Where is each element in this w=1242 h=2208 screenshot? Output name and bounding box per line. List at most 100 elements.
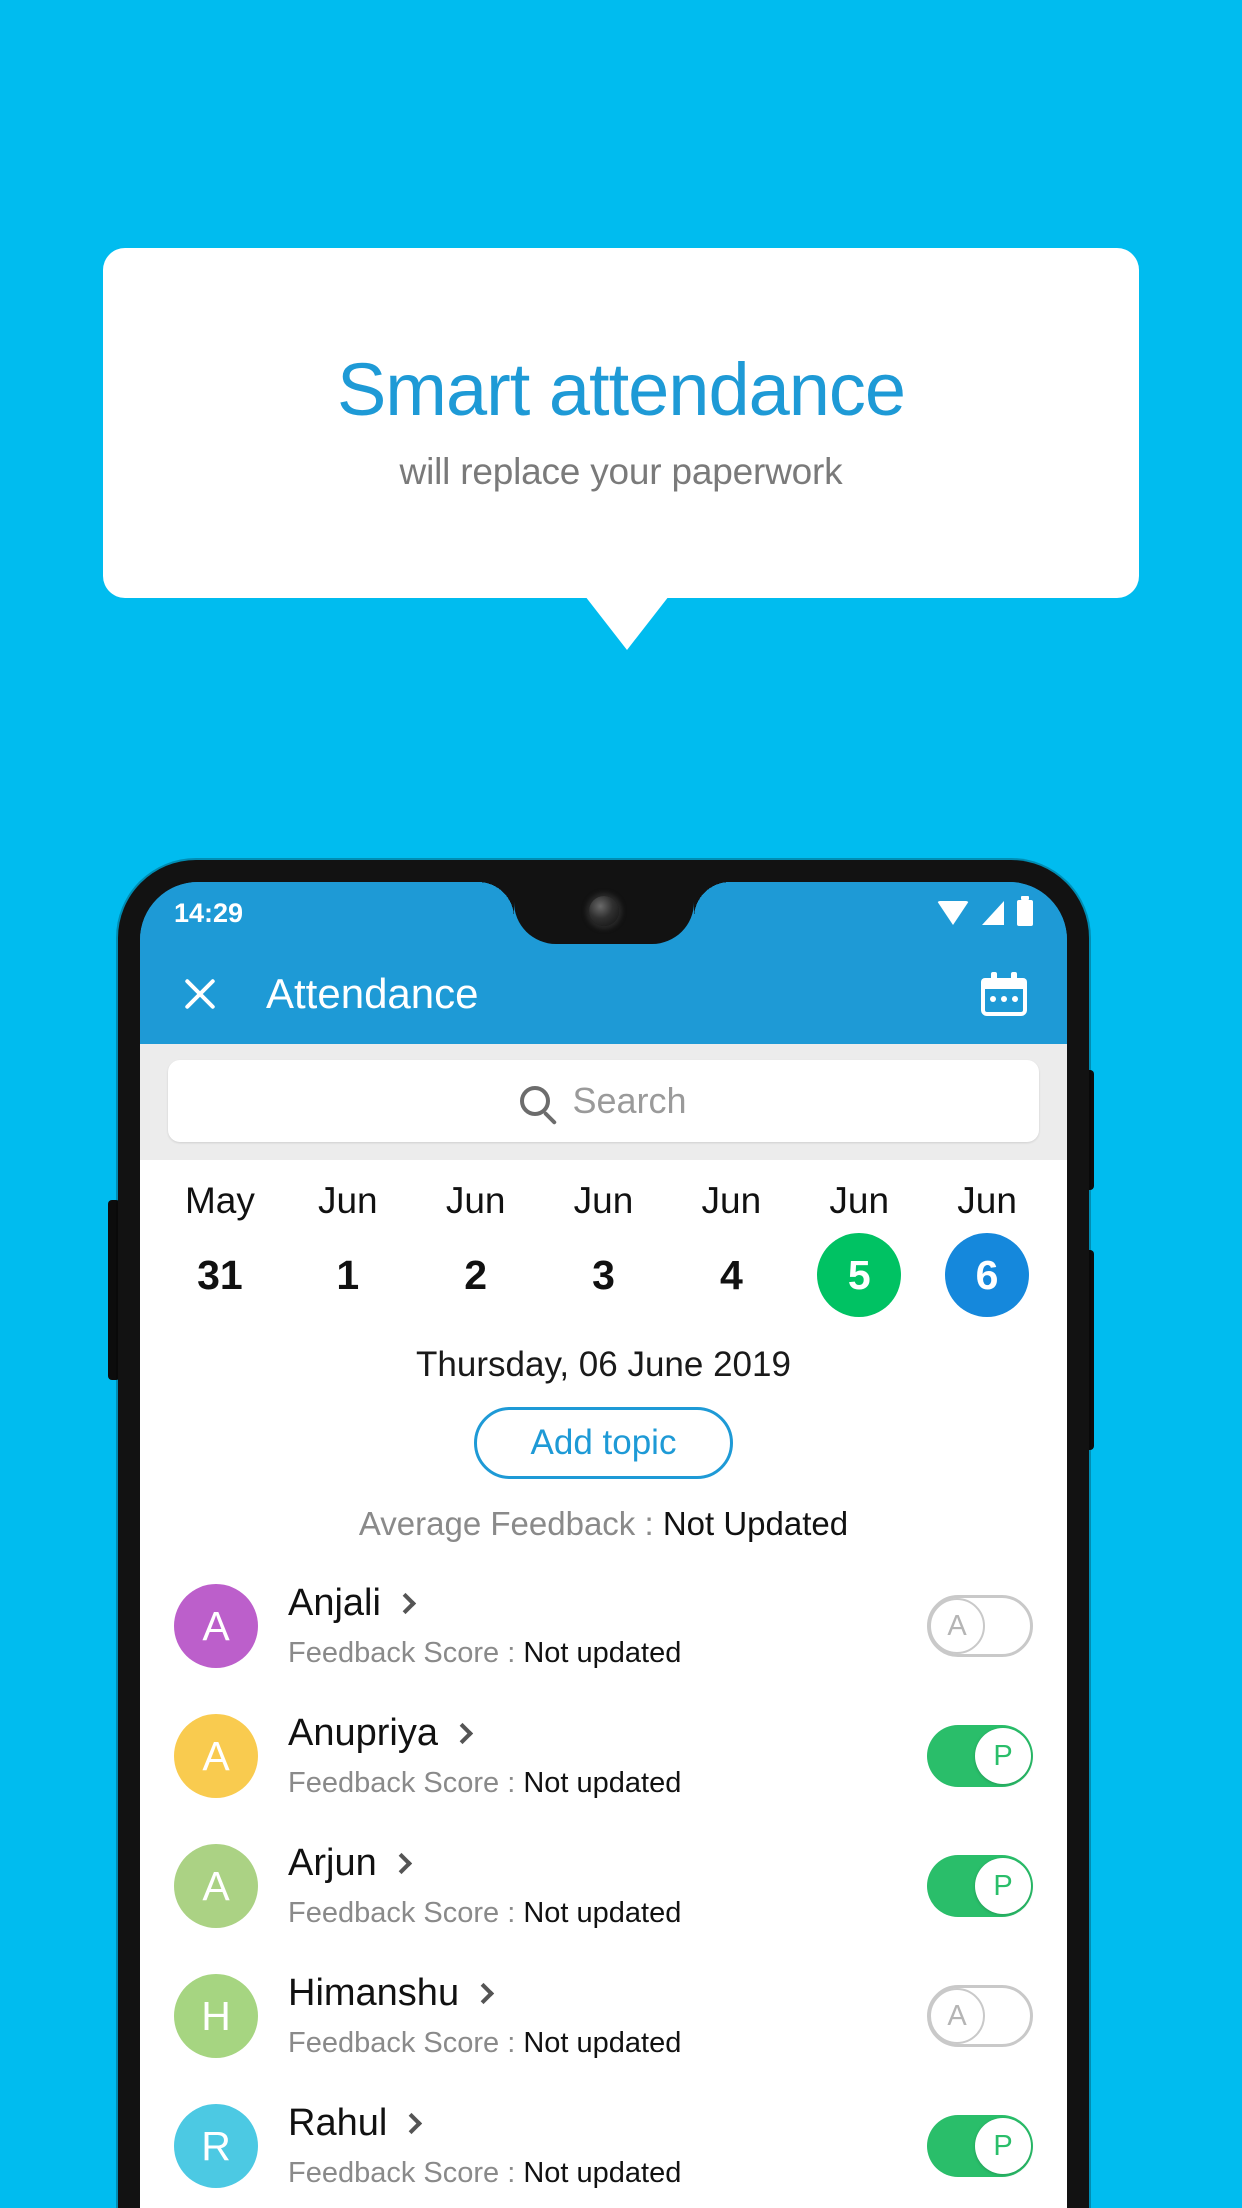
student-name: Anupriya — [288, 1712, 438, 1754]
chevron-right-icon[interactable] — [451, 1722, 474, 1745]
promo-bubble-tail — [585, 596, 669, 650]
attendance-toggle[interactable]: A — [927, 1985, 1033, 2047]
feedback-score-label: Feedback Score : — [288, 1637, 524, 1669]
student-info: Anupriya Feedback Score : Not updated — [288, 1712, 927, 1800]
avatar: H — [174, 1974, 258, 2058]
app-bar: Attendance — [140, 944, 1067, 1044]
calendar-header — [981, 978, 1027, 989]
feedback-score: Feedback Score : Not updated — [288, 2027, 927, 2060]
date-cell[interactable]: May 31 — [156, 1182, 284, 1317]
battery-icon — [1017, 896, 1033, 926]
add-topic-container: Add topic — [140, 1407, 1067, 1479]
student-info: Rahul Feedback Score : Not updated — [288, 2102, 927, 2190]
signal-icon — [982, 901, 1004, 925]
attendance-toggle-knob: P — [975, 1728, 1031, 1784]
student-name-row[interactable]: Anjali — [288, 1582, 927, 1625]
date-cell-day: 4 — [719, 1251, 743, 1298]
search-icon — [520, 1086, 551, 1116]
date-strip[interactable]: May 31 Jun 1 Jun 2 Jun 3 Jun 4 Jun 5 Jun 6 — [140, 1160, 1067, 1327]
attendance-toggle[interactable]: P — [927, 1725, 1033, 1787]
date-cell[interactable]: Jun 2 — [412, 1182, 540, 1317]
feedback-score-value: Not updated — [523, 1897, 682, 1929]
date-cell-month: May — [184, 1180, 255, 1221]
page-title: Attendance — [266, 970, 479, 1017]
promo-title: Smart attendance — [336, 348, 906, 431]
feedback-score-label: Feedback Score : — [288, 2027, 524, 2059]
student-name: Arjun — [288, 1842, 377, 1884]
chevron-right-icon[interactable] — [401, 2112, 423, 2135]
phone-frame: 14:29 Attendance Search May 31 Jun 1 Jun… — [118, 860, 1089, 2208]
student-name-row[interactable]: Arjun — [288, 1842, 927, 1885]
notch-right-fill — [693, 882, 730, 918]
promo-banner: Smart attendance will replace your paper… — [103, 248, 1139, 598]
student-row[interactable]: R Rahul Feedback Score : Not updated P — [140, 2081, 1067, 2208]
date-cell-month: Jun — [573, 1180, 634, 1221]
date-cell-month: Jun — [829, 1180, 890, 1221]
feedback-score-label: Feedback Score : — [288, 1897, 524, 1929]
avatar: A — [174, 1844, 258, 1928]
avatar: A — [174, 1714, 258, 1798]
calendar-dots — [981, 996, 1027, 1002]
attendance-toggle[interactable]: A — [927, 1595, 1033, 1657]
student-row[interactable]: H Himanshu Feedback Score : Not updated A — [140, 1951, 1067, 2081]
search-input[interactable]: Search — [168, 1060, 1039, 1142]
date-cell-day: 3 — [592, 1251, 615, 1298]
date-cell[interactable]: Jun 6 — [923, 1182, 1051, 1317]
student-name: Rahul — [288, 2102, 388, 2144]
front-camera — [588, 896, 619, 926]
phone-notch — [477, 882, 730, 944]
add-topic-button[interactable]: Add topic — [473, 1407, 734, 1479]
feedback-score-value: Not updated — [523, 1637, 682, 1669]
date-cell-month: Jun — [701, 1180, 762, 1221]
phone-screen: 14:29 Attendance Search May 31 Jun 1 Jun… — [140, 882, 1067, 2208]
attendance-toggle-knob: A — [929, 1598, 985, 1654]
feedback-score-label: Feedback Score : — [288, 1767, 524, 1799]
student-info: Anjali Feedback Score : Not updated — [288, 1582, 927, 1670]
feedback-score: Feedback Score : Not updated — [288, 1767, 927, 1800]
date-cell[interactable]: Jun 5 — [795, 1182, 923, 1317]
feedback-score-value: Not updated — [523, 1767, 682, 1799]
date-cell-month: Jun — [445, 1180, 506, 1221]
screen-content: May 31 Jun 1 Jun 2 Jun 3 Jun 4 Jun 5 Jun 6 Thursday, … — [140, 1160, 1067, 2208]
avatar: A — [174, 1584, 258, 1668]
date-cell-day: 6 — [945, 1233, 1030, 1317]
date-cell-day: 31 — [197, 1251, 243, 1298]
attendance-toggle[interactable]: P — [927, 2115, 1033, 2177]
calendar-icon[interactable] — [981, 972, 1027, 1016]
feedback-score: Feedback Score : Not updated — [288, 2157, 927, 2190]
student-name-row[interactable]: Anupriya — [288, 1712, 927, 1755]
wifi-icon — [937, 901, 969, 925]
date-cell[interactable]: Jun 1 — [284, 1182, 412, 1317]
date-cell-month: Jun — [317, 1180, 378, 1221]
student-name: Anjali — [288, 1582, 381, 1624]
date-cell-day: 2 — [464, 1251, 488, 1298]
date-cell-day: 1 — [336, 1251, 360, 1298]
attendance-toggle-knob: P — [975, 1858, 1031, 1914]
status-bar-time: 14:29 — [174, 897, 244, 928]
promo-subtitle: will replace your paperwork — [399, 451, 843, 492]
avatar: R — [174, 2104, 258, 2188]
attendance-toggle[interactable]: P — [927, 1855, 1033, 1917]
chevron-right-icon[interactable] — [472, 1982, 495, 2005]
date-cell-day: 5 — [817, 1233, 902, 1317]
student-row[interactable]: A Arjun Feedback Score : Not updated P — [140, 1821, 1067, 1951]
feedback-score: Feedback Score : Not updated — [288, 1897, 927, 1930]
notch-left-fill — [477, 882, 514, 918]
student-row[interactable]: A Anjali Feedback Score : Not updated A — [140, 1561, 1067, 1691]
chevron-right-icon[interactable] — [394, 1592, 417, 1615]
search-placeholder: Search — [572, 1080, 687, 1121]
student-name-row[interactable]: Rahul — [288, 2102, 927, 2145]
date-cell[interactable]: Jun 4 — [667, 1182, 795, 1317]
feedback-score-label: Feedback Score : — [288, 2157, 524, 2189]
chevron-right-icon[interactable] — [390, 1852, 412, 1875]
average-feedback-label: Average Feedback : — [358, 1505, 663, 1542]
average-feedback: Average Feedback : Not Updated — [140, 1505, 1067, 1543]
feedback-score-value: Not updated — [523, 2157, 682, 2189]
student-row[interactable]: A Anupriya Feedback Score : Not updated P — [140, 1691, 1067, 1821]
student-info: Himanshu Feedback Score : Not updated — [288, 1972, 927, 2060]
student-name: Himanshu — [288, 1972, 460, 2014]
close-icon[interactable] — [180, 974, 220, 1014]
attendance-toggle-knob: P — [975, 2118, 1031, 2174]
date-cell[interactable]: Jun 3 — [540, 1182, 668, 1317]
student-name-row[interactable]: Himanshu — [288, 1972, 927, 2015]
